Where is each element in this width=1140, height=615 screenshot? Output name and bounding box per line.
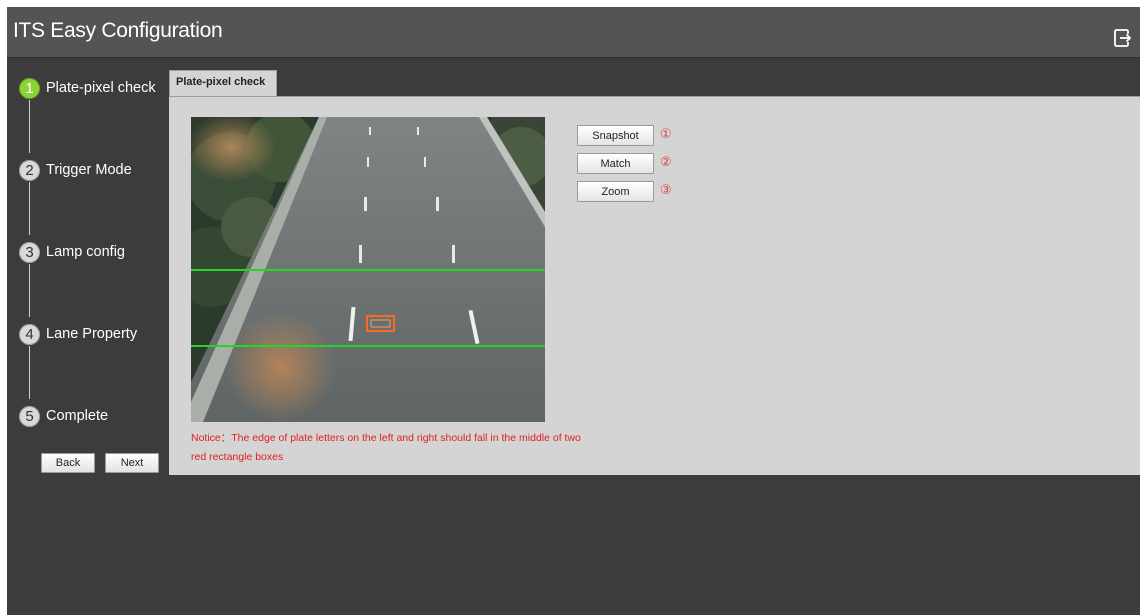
step-number-badge: 5 (19, 405, 40, 427)
step-label: Plate-pixel check (46, 80, 156, 96)
logout-icon[interactable] (1113, 28, 1133, 48)
title-bar: ITS Easy Configuration (7, 7, 1140, 58)
step-label: Complete (46, 408, 109, 424)
step-sidebar: 1 Plate-pixel check 2 Trigger Mode 3 Lam… (7, 57, 167, 477)
step-number-badge: 4 (19, 323, 40, 345)
step-plate-pixel-check[interactable]: 1 Plate-pixel check (19, 75, 156, 101)
step-lamp-config[interactable]: 3 Lamp config (19, 239, 125, 265)
step-connector (29, 100, 30, 153)
zoom-button[interactable]: Zoom (577, 181, 654, 202)
step-label: Lamp config (46, 244, 125, 260)
app-title: ITS Easy Configuration (13, 19, 223, 42)
app-window: ITS Easy Configuration 1 Plate-pixel che… (7, 7, 1140, 615)
next-button[interactable]: Next (105, 453, 159, 473)
road-scene-image (191, 117, 545, 422)
step-number-badge: 2 (19, 159, 40, 181)
step-marker-1: ① (660, 127, 672, 142)
tab-plate-pixel-check[interactable]: Plate-pixel check (169, 70, 277, 97)
step-number-badge: 3 (19, 241, 40, 263)
notice-text: Notice：The edge of plate letters on the … (191, 432, 581, 463)
step-lane-property[interactable]: 4 Lane Property (19, 321, 137, 347)
step-connector (29, 182, 30, 235)
match-button[interactable]: Match (577, 153, 654, 174)
main-panel: Notice：The edge of plate letters on the … (169, 96, 1140, 475)
step-label: Trigger Mode (46, 162, 132, 178)
step-connector (29, 346, 30, 399)
camera-snapshot[interactable] (191, 117, 545, 422)
snapshot-button[interactable]: Snapshot (577, 125, 654, 146)
step-complete[interactable]: 5 Complete (19, 403, 108, 429)
step-connector (29, 264, 30, 317)
back-button[interactable]: Back (41, 453, 95, 473)
step-marker-3: ③ (660, 183, 672, 198)
step-label: Lane Property (46, 326, 138, 342)
step-trigger-mode[interactable]: 2 Trigger Mode (19, 157, 132, 183)
step-marker-2: ② (660, 155, 672, 170)
step-number-badge: 1 (19, 77, 40, 99)
